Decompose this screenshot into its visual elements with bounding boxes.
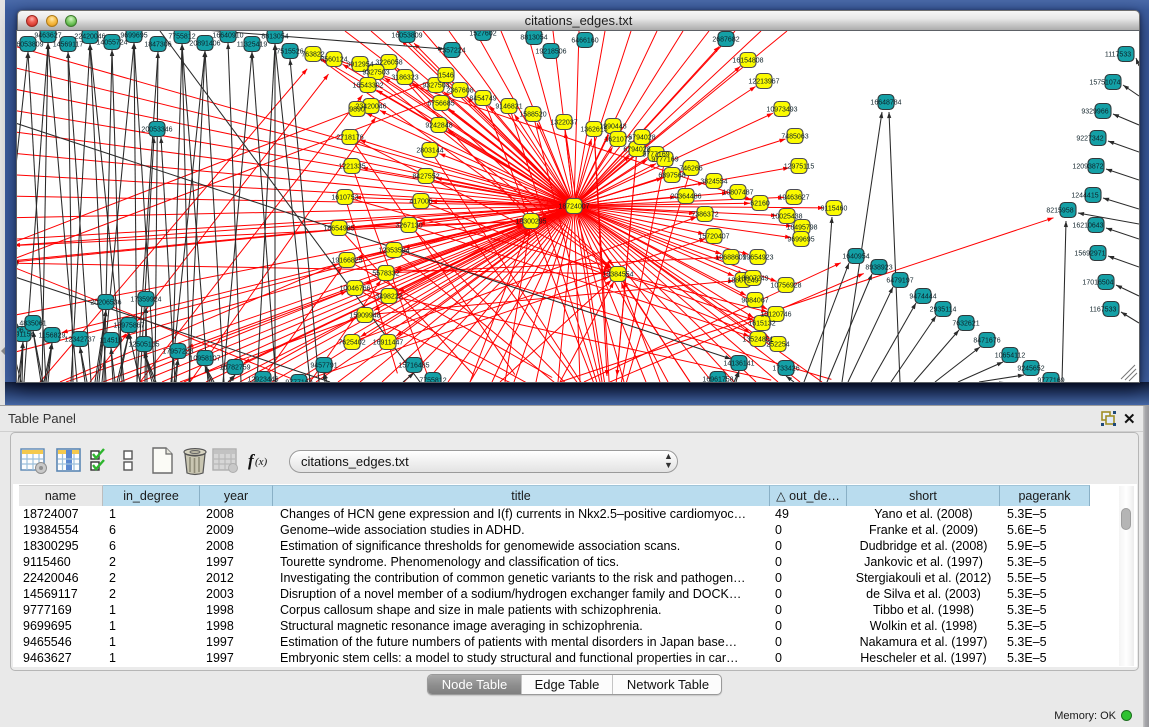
svg-text:(x): (x) — [255, 456, 268, 468]
